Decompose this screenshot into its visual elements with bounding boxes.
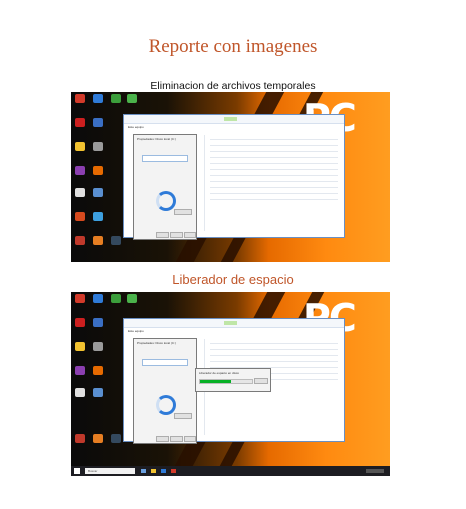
pane-divider: [204, 135, 205, 231]
apply-button[interactable]: [184, 232, 196, 238]
explorer-ribbon-tab[interactable]: [224, 117, 237, 121]
drive-properties-dialog[interactable]: Propiedades: Disco local (C:): [133, 134, 197, 240]
taskbar: Buscar: [71, 466, 390, 476]
dialog-title: Propiedades: Disco local (C:): [137, 341, 176, 345]
cancel-button[interactable]: [170, 436, 183, 442]
desktop-app-icon[interactable]: [75, 318, 85, 327]
desktop-app-icon[interactable]: [93, 236, 103, 245]
apply-button[interactable]: [184, 436, 196, 442]
file-row[interactable]: [210, 151, 338, 152]
file-row[interactable]: [210, 187, 338, 188]
file-row[interactable]: [210, 199, 338, 200]
drive-name-field[interactable]: [142, 359, 188, 366]
file-row[interactable]: [210, 349, 338, 350]
desktop-app-icon[interactable]: [111, 236, 121, 245]
desktop-app-icon[interactable]: [75, 366, 85, 375]
file-row[interactable]: [210, 193, 338, 194]
file-row[interactable]: [210, 355, 338, 356]
ok-button[interactable]: [156, 436, 169, 442]
taskbar-app-icon[interactable]: [161, 469, 166, 473]
file-row[interactable]: [210, 361, 338, 362]
file-row[interactable]: [210, 169, 338, 170]
file-row[interactable]: [210, 181, 338, 182]
desktop-app-icon[interactable]: [127, 294, 137, 303]
desktop-app-icon[interactable]: [75, 294, 85, 303]
taskbar-search-label: Buscar: [88, 469, 98, 473]
desktop-app-icon[interactable]: [111, 434, 121, 443]
ok-button[interactable]: [156, 232, 169, 238]
explorer-titlebar[interactable]: [124, 115, 344, 124]
section-caption-temp-files: Eliminacion de archivos temporales: [150, 80, 316, 92]
desktop-app-icon[interactable]: [75, 188, 85, 197]
desktop-app-icon[interactable]: [75, 118, 85, 127]
disk-cleanup-dialog[interactable]: Liberador de espacio en disco: [195, 368, 271, 392]
desktop-app-icon[interactable]: [111, 94, 121, 103]
file-row[interactable]: [210, 175, 338, 176]
desktop-app-icon[interactable]: [75, 434, 85, 443]
cleanup-progress-bar: [199, 379, 253, 384]
free-space-button[interactable]: [174, 413, 192, 419]
system-tray-clock[interactable]: [366, 469, 384, 473]
desktop-app-icon[interactable]: [93, 118, 103, 127]
desktop-app-icon[interactable]: [111, 294, 121, 303]
drive-properties-dialog[interactable]: Propiedades: Disco local (C:): [133, 338, 197, 444]
cleanup-title: Liberador de espacio en disco: [199, 371, 240, 375]
desktop-app-icon[interactable]: [93, 366, 103, 375]
disk-usage-donut: [156, 395, 176, 415]
desktop-app-icon[interactable]: [75, 142, 85, 151]
explorer-title: Este equipo: [128, 125, 144, 129]
taskbar-search-box[interactable]: Buscar: [85, 468, 135, 474]
drive-name-field[interactable]: [142, 155, 188, 162]
section-caption-disk-cleanup: Liberador de espacio: [172, 272, 294, 287]
desktop-app-icon[interactable]: [75, 236, 85, 245]
desktop-app-icon[interactable]: [93, 318, 103, 327]
file-row[interactable]: [210, 343, 338, 344]
desktop-app-icon[interactable]: [75, 342, 85, 351]
file-row[interactable]: [210, 145, 338, 146]
desktop-app-icon[interactable]: [93, 188, 103, 197]
desktop-app-icon[interactable]: [93, 94, 103, 103]
desktop-app-icon[interactable]: [93, 142, 103, 151]
desktop-app-icon[interactable]: [93, 388, 103, 397]
explorer-ribbon-tab[interactable]: [224, 321, 237, 325]
cleanup-progress-fill: [200, 380, 232, 383]
explorer-title: Este equipo: [128, 329, 144, 333]
desktop-app-icon[interactable]: [127, 94, 137, 103]
start-icon[interactable]: [74, 468, 80, 474]
file-row[interactable]: [210, 163, 338, 164]
file-row[interactable]: [210, 157, 338, 158]
free-space-button[interactable]: [174, 209, 192, 215]
desktop-app-icon[interactable]: [93, 434, 103, 443]
cancel-button[interactable]: [170, 232, 183, 238]
taskbar-app-icon[interactable]: [141, 469, 146, 473]
dialog-title: Propiedades: Disco local (C:): [137, 137, 176, 141]
file-row[interactable]: [210, 139, 338, 140]
desktop-app-icon[interactable]: [93, 212, 103, 221]
desktop-app-icon[interactable]: [93, 166, 103, 175]
desktop-app-icon[interactable]: [93, 294, 103, 303]
taskbar-app-icon[interactable]: [171, 469, 176, 473]
screenshot-disk-cleanup: PC Este equipo Propiedades: Disco local …: [71, 292, 390, 476]
desktop-app-icon[interactable]: [75, 388, 85, 397]
desktop-app-icon[interactable]: [93, 342, 103, 351]
cleanup-cancel-button[interactable]: [254, 378, 268, 384]
desktop-app-icon[interactable]: [75, 212, 85, 221]
desktop-app-icon[interactable]: [75, 94, 85, 103]
taskbar-app-icon[interactable]: [151, 469, 156, 473]
screenshot-temp-files: PC Este equipo: [71, 92, 390, 262]
explorer-titlebar[interactable]: [124, 319, 344, 328]
desktop-app-icon[interactable]: [75, 166, 85, 175]
disk-usage-donut: [156, 191, 176, 211]
page-title: Reporte con imagenes: [148, 36, 318, 57]
